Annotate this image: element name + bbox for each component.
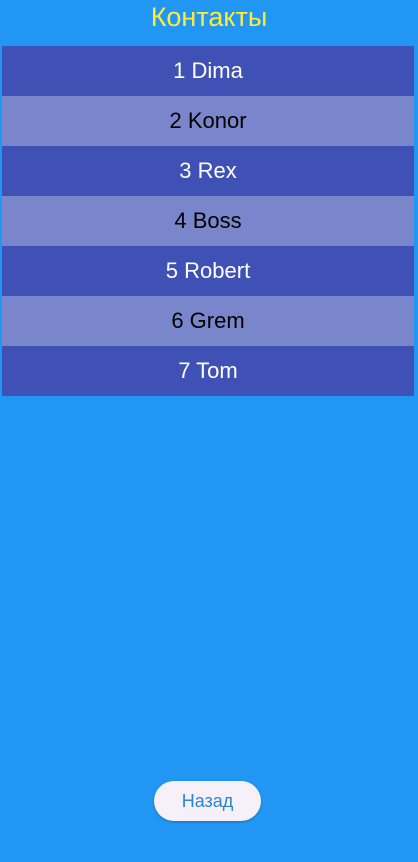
list-item[interactable]: 4 Boss [2, 196, 414, 246]
list-item[interactable]: 3 Rex [2, 146, 414, 196]
contacts-list: 1 Dima 2 Konor 3 Rex 4 Boss 5 Robert 6 G… [2, 46, 414, 396]
list-item[interactable]: 2 Konor [2, 96, 414, 146]
list-item[interactable]: 6 Grem [2, 296, 414, 346]
page-title: Контакты [150, 2, 268, 32]
list-item[interactable]: 7 Tom [2, 346, 414, 396]
list-item[interactable]: 5 Robert [2, 246, 414, 296]
back-button[interactable]: Назад [154, 781, 261, 821]
list-item[interactable]: 1 Dima [2, 46, 414, 96]
